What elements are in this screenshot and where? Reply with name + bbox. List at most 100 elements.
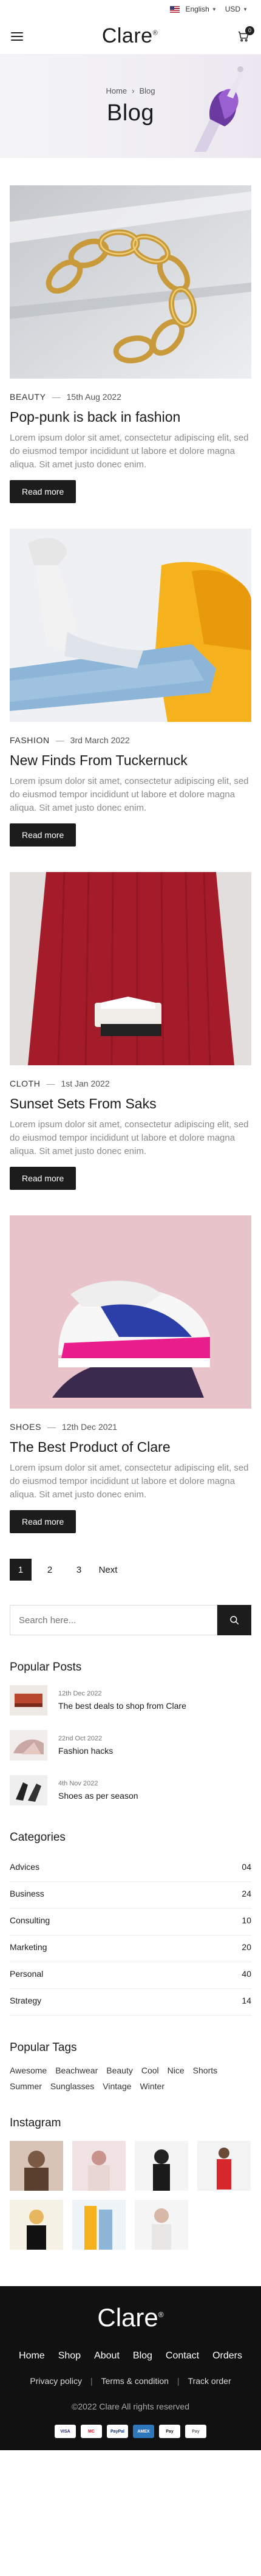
read-more-button[interactable]: Read more xyxy=(10,480,76,503)
instagram-photo[interactable] xyxy=(10,2141,63,2191)
google-pay-icon: Pay xyxy=(185,2425,206,2438)
popular-post-item[interactable]: 4th Nov 2022 Shoes as per season xyxy=(10,1775,251,1805)
breadcrumb-home[interactable]: Home xyxy=(106,86,127,95)
popular-post-thumbnail xyxy=(10,1685,47,1716)
footer-nav-contact[interactable]: Contact xyxy=(166,2351,199,2361)
post-image[interactable] xyxy=(10,1215,251,1409)
tag-link[interactable]: Shorts xyxy=(193,2066,217,2075)
page-link-1[interactable]: 1 xyxy=(10,1559,32,1581)
tag-link[interactable]: Beauty xyxy=(106,2066,133,2075)
post-excerpt: Lorem ipsum dolor sit amet, consectetur … xyxy=(10,1463,249,1500)
category-item[interactable]: Personal 40 xyxy=(10,1962,251,1989)
post-category[interactable]: CLOTH xyxy=(10,1079,40,1088)
footer-nav-home[interactable]: Home xyxy=(19,2351,45,2361)
post-image[interactable] xyxy=(10,185,251,379)
footer-nav-about[interactable]: About xyxy=(94,2351,120,2361)
post-category[interactable]: SHOES xyxy=(10,1422,41,1432)
post-title[interactable]: The Best Product of Clare xyxy=(10,1439,251,1455)
track-order-link[interactable]: Track order xyxy=(188,2376,231,2386)
us-flag-icon xyxy=(170,5,180,13)
popular-post-item[interactable]: 22nd Oct 2022 Fashion hacks xyxy=(10,1730,251,1760)
language-selector[interactable]: English ▼ xyxy=(170,5,217,13)
popular-post-date: 22nd Oct 2022 xyxy=(58,1735,103,1742)
copyright: ©2022 Clare All rights reserved xyxy=(72,2402,189,2411)
privacy-policy-link[interactable]: Privacy policy xyxy=(30,2376,82,2386)
instagram-photo[interactable] xyxy=(135,2141,188,2191)
popular-post-date: 12th Dec 2022 xyxy=(58,1690,102,1697)
search-box xyxy=(10,1605,251,1635)
popular-tags-title: Popular Tags xyxy=(10,2041,77,2054)
pagination: 1 2 3 Next xyxy=(10,1559,251,1581)
tag-link[interactable]: Sunglasses xyxy=(50,2081,94,2091)
instagram-photo[interactable] xyxy=(72,2141,126,2191)
search-icon xyxy=(230,1616,239,1625)
page-link-2[interactable]: 2 xyxy=(39,1559,61,1581)
currency-label: USD xyxy=(225,5,241,13)
instagram-title: Instagram xyxy=(10,2117,61,2129)
read-more-button[interactable]: Read more xyxy=(10,1167,76,1190)
meta-dash: — xyxy=(52,392,61,402)
category-item[interactable]: Business 24 xyxy=(10,1882,251,1909)
apple-pay-icon: Pay xyxy=(159,2425,180,2438)
language-label: English xyxy=(185,5,209,13)
category-item[interactable]: Advices 04 xyxy=(10,1855,251,1882)
footer-nav-shop[interactable]: Shop xyxy=(58,2351,81,2361)
search-input[interactable] xyxy=(10,1605,217,1635)
site-logo[interactable]: Clare® xyxy=(102,24,158,48)
post-title[interactable]: Pop-punk is back in fashion xyxy=(10,409,251,425)
page-link-3[interactable]: 3 xyxy=(68,1559,90,1581)
search-button[interactable] xyxy=(217,1605,251,1635)
popular-post-title[interactable]: The best deals to shop from Clare xyxy=(58,1701,186,1711)
instagram-photo[interactable] xyxy=(10,2200,63,2250)
tag-link[interactable]: Summer xyxy=(10,2081,42,2091)
category-name: Business xyxy=(10,1889,44,1898)
footer-separator: | xyxy=(177,2376,180,2386)
post-date: 12th Dec 2021 xyxy=(62,1422,118,1432)
post-excerpt: Lorem ipsum dolor sit amet, consectetur … xyxy=(10,1119,249,1156)
footer-logo[interactable]: Clare® xyxy=(0,2303,261,2332)
site-header: Clare® 0 xyxy=(0,18,261,55)
post-meta: SHOES — 12th Dec 2021 xyxy=(10,1422,251,1432)
category-item[interactable]: Marketing 20 xyxy=(10,1935,251,1962)
post-meta: CLOTH — 1st Jan 2022 xyxy=(10,1079,251,1088)
tag-link[interactable]: Nice xyxy=(168,2066,185,2075)
chevron-down-icon: ▼ xyxy=(211,6,217,12)
instagram-photo[interactable] xyxy=(72,2200,126,2250)
instagram-photo[interactable] xyxy=(135,2200,188,2250)
category-item[interactable]: Consulting 10 xyxy=(10,1909,251,1935)
tag-link[interactable]: Beachwear xyxy=(55,2066,98,2075)
breadcrumb: Home › Blog xyxy=(106,86,155,95)
post-category[interactable]: FASHION xyxy=(10,735,50,745)
currency-selector[interactable]: USD ▼ xyxy=(225,5,248,13)
post-image[interactable] xyxy=(10,529,251,722)
popular-post-item[interactable]: 12th Dec 2022 The best deals to shop fro… xyxy=(10,1685,251,1716)
post-excerpt: Lorem ipsum dolor sit amet, consectetur … xyxy=(10,433,249,470)
post-category[interactable]: BEAUTY xyxy=(10,392,46,402)
categories-title: Categories xyxy=(10,1831,66,1844)
cart-button[interactable]: 0 xyxy=(237,26,254,43)
post-title[interactable]: New Finds From Tuckernuck xyxy=(10,752,251,769)
post-meta: BEAUTY — 15th Aug 2022 xyxy=(10,392,251,402)
popular-post-title[interactable]: Fashion hacks xyxy=(58,1746,113,1756)
tag-link[interactable]: Vintage xyxy=(103,2081,131,2091)
post-image[interactable] xyxy=(10,872,251,1065)
read-more-button[interactable]: Read more xyxy=(10,823,76,847)
meta-dash: — xyxy=(55,735,64,745)
amex-icon: AMEX xyxy=(133,2425,154,2438)
next-page-link[interactable]: Next xyxy=(97,1559,119,1581)
mastercard-icon: MC xyxy=(81,2425,102,2438)
read-more-button[interactable]: Read more xyxy=(10,1510,76,1533)
tag-link[interactable]: Cool xyxy=(141,2066,159,2075)
terms-link[interactable]: Terms & condition xyxy=(101,2376,169,2386)
category-item[interactable]: Strategy 14 xyxy=(10,1989,251,2016)
footer-nav-blog[interactable]: Blog xyxy=(133,2351,152,2361)
instagram-photo[interactable] xyxy=(197,2141,251,2191)
footer-nav-orders[interactable]: Orders xyxy=(212,2351,242,2361)
tag-link[interactable]: Awesome xyxy=(10,2066,47,2075)
site-footer: Clare® Home Shop About Blog Contact Orde… xyxy=(0,2286,261,2450)
tag-link[interactable]: Winter xyxy=(140,2081,164,2091)
menu-icon[interactable] xyxy=(11,32,23,41)
hero-decoration-image xyxy=(194,66,244,152)
popular-post-title[interactable]: Shoes as per season xyxy=(58,1791,138,1801)
post-title[interactable]: Sunset Sets From Saks xyxy=(10,1096,251,1112)
